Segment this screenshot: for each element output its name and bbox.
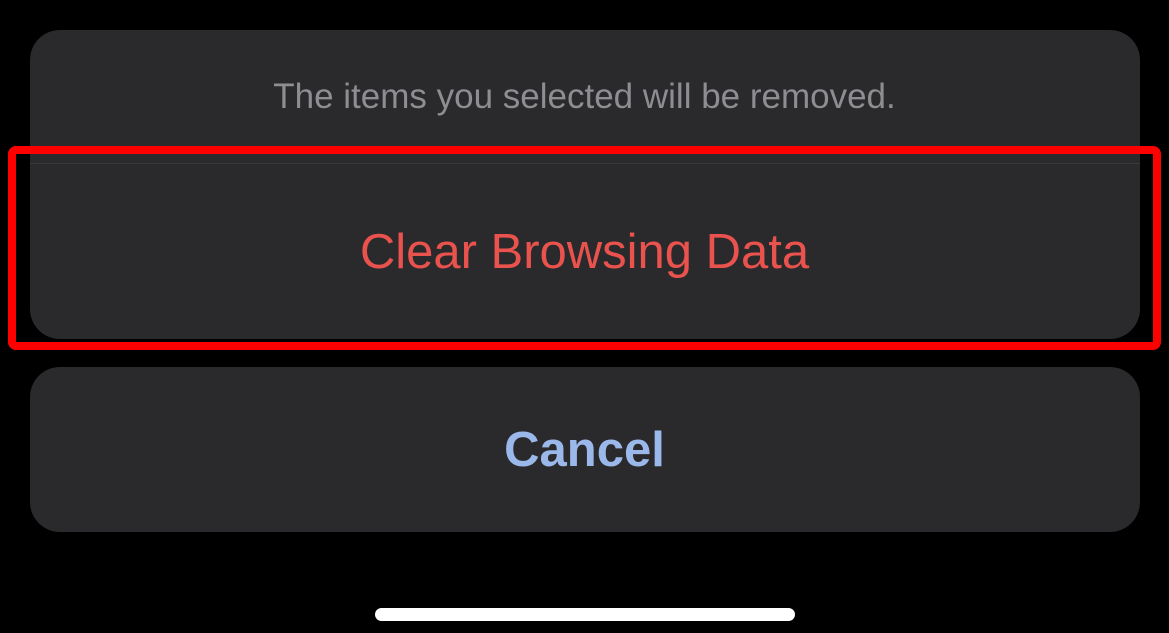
home-indicator[interactable] xyxy=(375,608,795,621)
cancel-action-label: Cancel xyxy=(504,422,665,478)
message-text: The items you selected will be removed. xyxy=(273,77,896,117)
clear-browsing-data-button[interactable]: Clear Browsing Data xyxy=(30,164,1140,339)
destructive-action-label: Clear Browsing Data xyxy=(360,224,809,280)
cancel-button[interactable]: Cancel xyxy=(30,367,1140,532)
action-sheet-message: The items you selected will be removed. xyxy=(30,30,1140,164)
action-sheet-cancel-group: Cancel xyxy=(30,367,1140,532)
action-sheet-main-group: The items you selected will be removed. … xyxy=(30,30,1140,339)
